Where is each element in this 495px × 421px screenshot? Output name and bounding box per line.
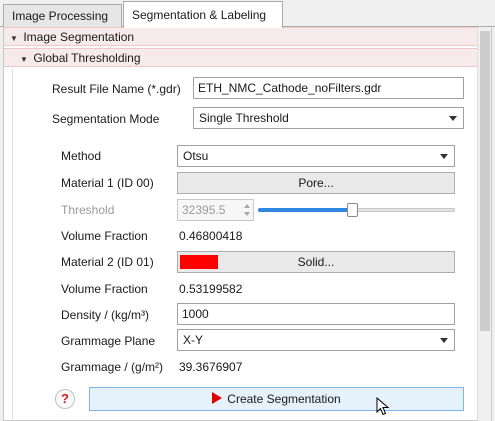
material2-button[interactable]: Solid... (177, 251, 455, 273)
material1-label: Material 1 (ID 00) (61, 176, 154, 190)
threshold-slider[interactable] (258, 203, 455, 217)
scrollbar-thumb[interactable] (480, 31, 490, 331)
section-title: Image Segmentation (23, 30, 135, 44)
mouse-cursor-icon (376, 397, 390, 416)
threshold-label: Threshold (61, 203, 115, 217)
create-segmentation-button[interactable]: Create Segmentation (89, 387, 464, 411)
slider-handle[interactable] (347, 203, 358, 217)
create-segmentation-label: Create Segmentation (227, 392, 341, 406)
segmentation-panel: ▼ Image Segmentation ▼ Global Thresholdi… (3, 27, 492, 421)
density-input[interactable]: 1000 (177, 303, 455, 325)
method-select[interactable]: Otsu (177, 145, 455, 167)
tab-segmentation-labeling[interactable]: Segmentation & Labeling (123, 1, 283, 28)
material2-button-label: Solid... (297, 255, 335, 269)
threshold-value: 32395.5 (182, 203, 226, 217)
method-label: Method (61, 149, 102, 163)
material2-color-swatch (180, 255, 218, 269)
grammage-plane-value: X-Y (183, 333, 204, 347)
chevron-down-icon (440, 338, 448, 343)
segmentation-mode-select[interactable]: Single Threshold (193, 107, 464, 129)
volume-fraction2-value: 0.53199582 (179, 282, 243, 296)
material1-button[interactable]: Pore... (177, 172, 455, 194)
density-label: Density / (kg/m³) (61, 308, 150, 322)
spin-up-icon[interactable] (244, 204, 250, 208)
method-value: Otsu (183, 149, 209, 163)
grammage-label: Grammage / (g/m²) (61, 360, 164, 374)
volume-fraction2-label: Volume Fraction (61, 282, 148, 296)
collapse-arrow-icon: ▼ (20, 55, 28, 64)
help-icon[interactable]: ? (55, 389, 75, 409)
segmentation-mode-label: Segmentation Mode (52, 112, 160, 126)
grammage-plane-select[interactable]: X-Y (177, 329, 455, 351)
section-global-thresholding[interactable]: ▼ Global Thresholding (4, 48, 478, 67)
grammage-value: 39.3676907 (179, 360, 243, 374)
result-file-input[interactable]: ETH_NMC_Cathode_noFilters.gdr (193, 77, 464, 99)
slider-fill (258, 208, 349, 212)
volume-fraction1-value: 0.46800418 (179, 229, 243, 243)
vertical-scrollbar[interactable] (477, 27, 491, 421)
collapse-arrow-icon: ▼ (10, 34, 18, 43)
section-image-segmentation[interactable]: ▼ Image Segmentation (4, 27, 478, 46)
grammage-plane-label: Grammage Plane (61, 334, 156, 348)
section-title: Global Thresholding (33, 51, 141, 65)
thresholding-form: Result File Name (*.gdr) ETH_NMC_Cathode… (12, 69, 478, 421)
tab-bar: Image Processing Segmentation & Labeling (0, 0, 495, 28)
play-icon (212, 392, 223, 404)
result-file-label: Result File Name (*.gdr) (52, 82, 181, 96)
spin-down-icon[interactable] (244, 212, 250, 216)
volume-fraction1-label: Volume Fraction (61, 229, 148, 243)
material2-label: Material 2 (ID 01) (61, 255, 154, 269)
chevron-down-icon (449, 116, 457, 121)
chevron-down-icon (440, 154, 448, 159)
segmentation-mode-value: Single Threshold (199, 111, 289, 125)
threshold-spinbox[interactable]: 32395.5 (177, 199, 254, 221)
tab-image-processing[interactable]: Image Processing (3, 4, 122, 27)
